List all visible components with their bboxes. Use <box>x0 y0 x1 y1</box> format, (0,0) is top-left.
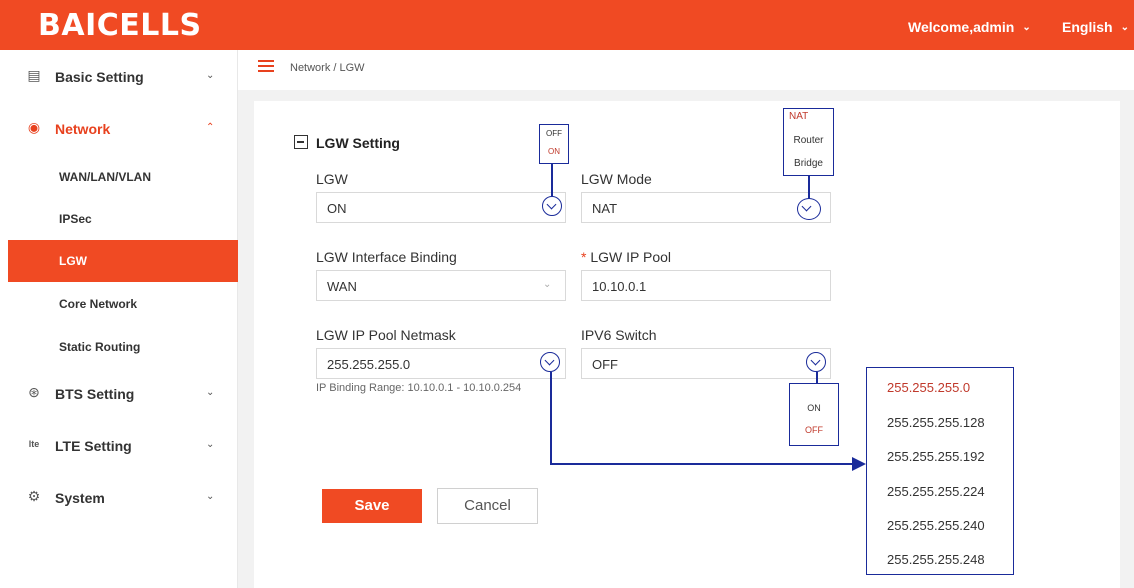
language-label: English <box>1062 19 1113 35</box>
netmask-option: 255.255.255.192 <box>887 449 985 464</box>
ip-pool-label: * LGW IP Pool <box>581 249 671 265</box>
option-router: Router <box>793 135 824 146</box>
lte-icon: lte <box>28 439 40 449</box>
sidebar-menu-lte-setting[interactable]: lte LTE Setting ⌄ <box>8 422 238 468</box>
ip-pool-input[interactable]: 10.10.0.1 <box>581 270 831 301</box>
sidebar-menu-system[interactable]: ⚙ System ⌄ <box>8 474 238 520</box>
breadcrumb: Network / LGW <box>290 62 365 74</box>
chevron-down-icon: ⌄ <box>1022 22 1031 33</box>
breadcrumb-bar <box>238 50 1134 90</box>
ipv6-value: OFF <box>592 357 618 372</box>
chevron-down-icon <box>542 196 562 216</box>
collapse-icon[interactable] <box>294 135 308 149</box>
sidebar-item-label: Core Network <box>59 297 138 311</box>
netmask-option: 255.255.255.224 <box>887 484 985 499</box>
menu-toggle-icon[interactable] <box>258 60 274 74</box>
ip-pool-value: 10.10.0.1 <box>592 279 647 294</box>
callout-line <box>550 463 854 465</box>
callout-line <box>550 372 552 464</box>
sidebar-item-wan-lan-vlan[interactable]: WAN/LAN/VLAN <box>8 156 238 198</box>
ipv6-switch-select[interactable]: OFF <box>581 348 831 379</box>
language-selector[interactable]: English ⌄ <box>1062 19 1129 35</box>
ip-binding-range-hint: IP Binding Range: 10.10.0.1 - 10.10.0.25… <box>316 382 522 394</box>
option-on: ON <box>807 403 821 413</box>
netmask-option: 255.255.255.128 <box>887 415 985 430</box>
sidebar-item-ipsec[interactable]: IPSec <box>8 198 238 240</box>
option-on: ON <box>548 147 560 156</box>
baicells-logo: BAICELLS <box>38 8 202 43</box>
netmask-value: 255.255.255.0 <box>327 357 411 372</box>
netmask-option: 255.255.255.0 <box>887 380 971 395</box>
ipv6-label: IPV6 Switch <box>581 327 657 343</box>
sidebar: ▤ Basic Setting ⌄ ◉ Network ⌃ WAN/LAN/VL… <box>8 50 238 588</box>
netmask-options-callout: 255.255.255.0 255.255.255.128 255.255.25… <box>866 367 1014 575</box>
sidebar-item-lgw[interactable]: LGW <box>8 240 238 282</box>
chevron-down-icon <box>806 352 826 372</box>
lgw-mode-select[interactable]: NAT <box>581 192 831 223</box>
lgw-options-callout: OFF ON <box>539 124 569 164</box>
user-menu[interactable]: Welcome,admin ⌄ <box>908 19 1031 35</box>
chevron-down-icon: ⌄ <box>206 70 215 81</box>
arrow-right-icon <box>852 457 866 471</box>
chevron-down-icon <box>797 198 821 220</box>
sidebar-item-core-network[interactable]: Core Network <box>8 283 238 325</box>
sidebar-item-static-routing[interactable]: Static Routing <box>8 326 238 368</box>
sidebar-menu-label: Basic Setting <box>55 69 144 85</box>
lgw-select[interactable]: ON <box>316 192 566 223</box>
sidebar-menu-label: BTS Setting <box>55 386 135 402</box>
option-off: OFF <box>546 129 562 138</box>
sidebar-item-label: IPSec <box>59 212 92 226</box>
sidebar-item-label: LGW <box>59 254 87 268</box>
sidebar-item-label: Static Routing <box>59 340 141 354</box>
antenna-icon: ⊛ <box>28 384 40 400</box>
chevron-down-icon <box>540 352 560 372</box>
ipv6-options-callout: ON OFF <box>789 383 839 446</box>
sidebar-menu-bts-setting[interactable]: ⊛ BTS Setting ⌄ <box>8 370 238 416</box>
sidebar-item-label: WAN/LAN/VLAN <box>59 170 151 184</box>
netmask-label: LGW IP Pool Netmask <box>316 327 456 343</box>
cancel-button[interactable]: Cancel <box>437 488 538 524</box>
interface-binding-label: LGW Interface Binding <box>316 249 457 265</box>
option-nat: NAT <box>789 111 809 122</box>
netmask-option: 255.255.255.248 <box>887 552 985 567</box>
sidebar-menu-label: Network <box>55 121 111 137</box>
chevron-down-icon: ⌄ <box>206 491 215 502</box>
ip-pool-label-text: LGW IP Pool <box>590 249 672 265</box>
chevron-up-icon: ⌃ <box>206 122 215 133</box>
lgw-value: ON <box>327 201 347 216</box>
lgw-label: LGW <box>316 171 348 187</box>
chevron-down-icon: ⌄ <box>543 279 552 290</box>
netmask-select[interactable]: 255.255.255.0 <box>316 348 566 379</box>
chevron-down-icon: ⌄ <box>1120 22 1129 33</box>
option-bridge: Bridge <box>794 158 823 169</box>
callout-line <box>808 175 810 199</box>
gear-icon: ⚙ <box>27 488 41 504</box>
option-off: OFF <box>805 425 823 435</box>
welcome-label: Welcome,admin <box>908 19 1015 35</box>
netmask-option: 255.255.255.240 <box>887 518 985 533</box>
mode-options-callout: NAT Router Bridge <box>783 108 834 176</box>
lgw-mode-value: NAT <box>592 201 618 216</box>
interface-binding-value: WAN <box>327 279 357 294</box>
chevron-down-icon: ⌄ <box>206 387 215 398</box>
chevron-down-icon: ⌄ <box>206 439 215 450</box>
sidebar-menu-network[interactable]: ◉ Network ⌃ <box>8 105 238 151</box>
sidebar-menu-basic-setting[interactable]: ▤ Basic Setting ⌄ <box>8 53 238 99</box>
lgw-mode-label: LGW Mode <box>581 171 652 187</box>
section-title: LGW Setting <box>316 135 400 151</box>
document-icon: ▤ <box>27 67 41 83</box>
sidebar-menu-label: LTE Setting <box>55 438 132 454</box>
globe-icon: ◉ <box>27 119 41 135</box>
required-marker: * <box>581 249 587 265</box>
callout-line <box>551 163 553 196</box>
save-button[interactable]: Save <box>322 489 422 523</box>
interface-binding-select[interactable]: WAN ⌄ <box>316 270 566 301</box>
sidebar-menu-label: System <box>55 490 105 506</box>
